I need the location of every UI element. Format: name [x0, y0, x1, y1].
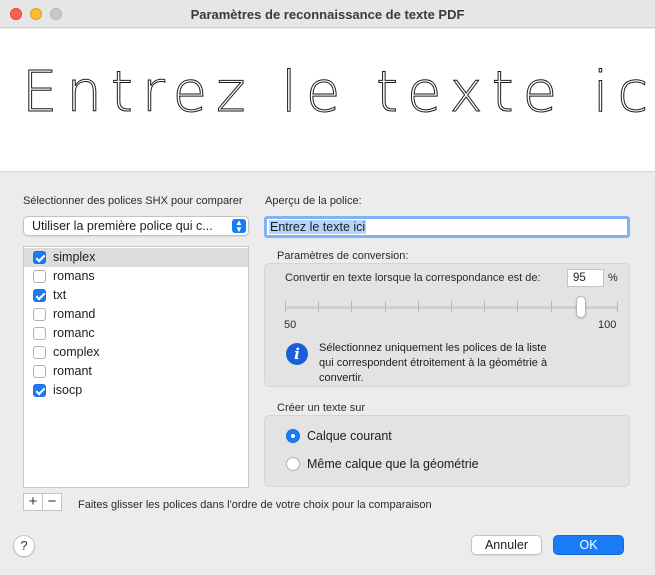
font-checkbox[interactable] [33, 365, 46, 378]
preview-input-value: Entrez le texte ici [269, 220, 367, 234]
ok-button[interactable]: OK [553, 535, 624, 555]
add-font-button[interactable]: + [23, 493, 43, 511]
slider-tick [318, 301, 320, 312]
font-list-item[interactable]: simplex [24, 248, 248, 267]
slider-tick [384, 301, 386, 312]
font-checkbox[interactable] [33, 327, 46, 340]
slider-tick [451, 301, 452, 312]
radio-geometry-layer[interactable] [286, 457, 300, 471]
remove-font-button[interactable]: − [42, 493, 62, 511]
preview-text-input[interactable]: Entrez le texte ici [264, 216, 630, 238]
cancel-button[interactable]: Annuler [471, 535, 542, 555]
slider-tick [550, 301, 552, 312]
font-list-item[interactable]: romanc [24, 324, 248, 343]
create-text-label: Créer un texte sur [277, 402, 366, 414]
font-list-item[interactable]: romant [24, 362, 248, 381]
slider-tick [351, 301, 353, 312]
chevron-updown-icon: ▲ ▼ [232, 219, 246, 234]
radio-geometry-layer-label[interactable]: Même calque que la géométrie [307, 457, 479, 471]
slider-tick [484, 301, 486, 312]
match-threshold-label: Convertir en texte lorsque la correspond… [285, 272, 541, 284]
preview-rendered-text: Entrez le texte ici [22, 60, 655, 125]
percent-unit: % [608, 272, 618, 284]
font-checkbox[interactable] [33, 308, 46, 321]
font-checkbox[interactable] [33, 384, 46, 397]
info-line-2: qui correspondent étroitement à la géomé… [319, 357, 548, 369]
font-name: romant [53, 364, 92, 378]
font-checkbox[interactable] [33, 270, 46, 283]
slider-tick [517, 301, 519, 312]
font-list-item[interactable]: isocp [24, 381, 248, 400]
slider-tick [285, 301, 286, 312]
conversion-settings-label: Paramètres de conversion: [277, 250, 409, 262]
font-list-item[interactable]: romans [24, 267, 248, 286]
font-list-item[interactable]: txt [24, 286, 248, 305]
radio-current-layer-label[interactable]: Calque courant [307, 429, 392, 443]
font-name: simplex [53, 250, 96, 264]
match-threshold-input[interactable]: 95 [567, 269, 604, 287]
font-name: isocp [53, 383, 83, 397]
font-name: romand [53, 307, 96, 321]
slider-thumb[interactable] [576, 296, 586, 318]
match-threshold-value: 95 [573, 272, 586, 284]
font-name: romans [53, 269, 95, 283]
font-checkbox[interactable] [33, 289, 46, 302]
slider-tick [617, 301, 618, 312]
font-name: complex [53, 345, 100, 359]
info-message: Sélectionnez uniquement les polices de l… [319, 341, 609, 386]
font-list-item[interactable]: romand [24, 305, 248, 324]
info-line-1: Sélectionnez uniquement les polices de l… [319, 342, 547, 354]
dialog-window: Paramètres de reconnaissance de texte PD… [0, 0, 655, 575]
font-name: txt [53, 288, 67, 302]
slider-min-label: 50 [284, 319, 297, 331]
font-preview-label: Aperçu de la police: [265, 195, 362, 207]
drag-order-hint: Faites glisser les polices dans l'ordre … [78, 499, 432, 511]
window-title: Paramètres de reconnaissance de texte PD… [190, 7, 465, 22]
slider-max-label: 100 [598, 319, 617, 331]
shx-font-list[interactable]: simplex romans txt romand romanc complex roman… [23, 246, 249, 488]
font-strategy-dropdown[interactable]: Utiliser la première police qui c... ▲ ▼ [23, 216, 249, 236]
font-list-item[interactable]: complex [24, 343, 248, 362]
info-icon: i [286, 343, 308, 365]
font-name: romanc [53, 326, 95, 340]
text-preview-area: Entrez le texte ici [0, 29, 655, 172]
help-button[interactable]: ? [13, 535, 35, 557]
font-checkbox[interactable] [33, 346, 46, 359]
radio-current-layer[interactable] [286, 429, 300, 443]
list-add-remove-group: + − [23, 493, 63, 511]
info-line-3: convertir. [319, 372, 364, 384]
create-text-box [264, 415, 630, 487]
font-checkbox[interactable] [33, 251, 46, 264]
title-bar: Paramètres de reconnaissance de texte PD… [0, 0, 655, 28]
slider-tick [417, 301, 419, 312]
font-selection-label: Sélectionner des polices SHX pour compar… [23, 195, 243, 207]
font-strategy-value: Utiliser la première police qui c... [32, 219, 213, 233]
